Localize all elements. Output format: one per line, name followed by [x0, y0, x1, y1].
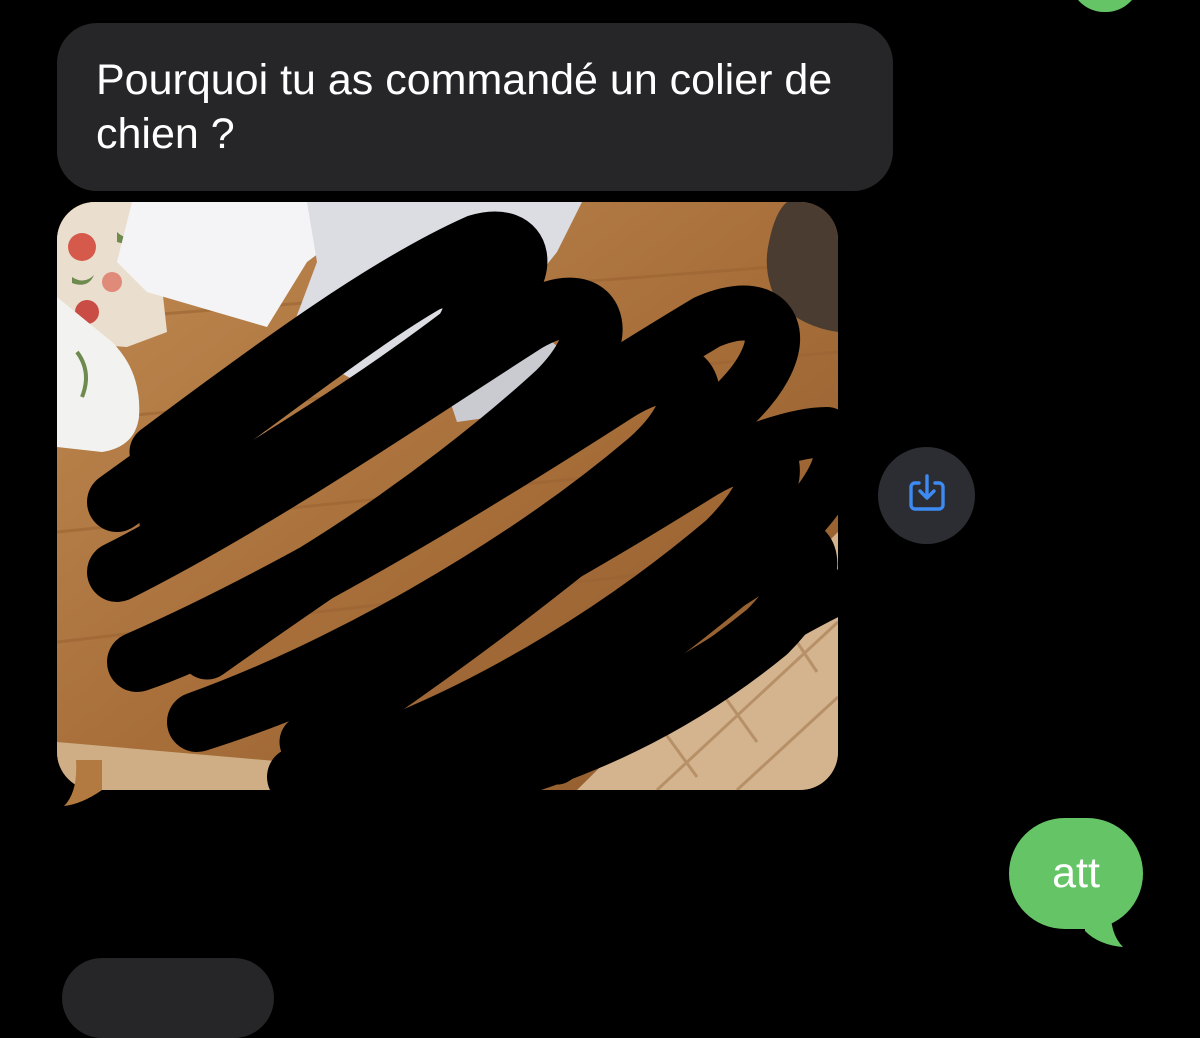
- download-tray-icon: [906, 472, 948, 519]
- incoming-message-text: Pourquoi tu as commandé un colier de chi…: [96, 56, 833, 158]
- photo-bubble-tail: [64, 760, 102, 806]
- outgoing-message-text: att: [1052, 849, 1100, 897]
- incoming-photo-attachment[interactable]: [57, 202, 838, 790]
- outgoing-bubble-partial[interactable]: [1070, 0, 1140, 12]
- save-photo-button[interactable]: [878, 447, 975, 544]
- incoming-bubble-partial[interactable]: [62, 958, 274, 1038]
- outgoing-bubble-tail: [1085, 905, 1123, 947]
- incoming-message-bubble[interactable]: Pourquoi tu as commandé un colier de chi…: [57, 23, 893, 191]
- message-thread: Pourquoi tu as commandé un colier de chi…: [0, 0, 1200, 1038]
